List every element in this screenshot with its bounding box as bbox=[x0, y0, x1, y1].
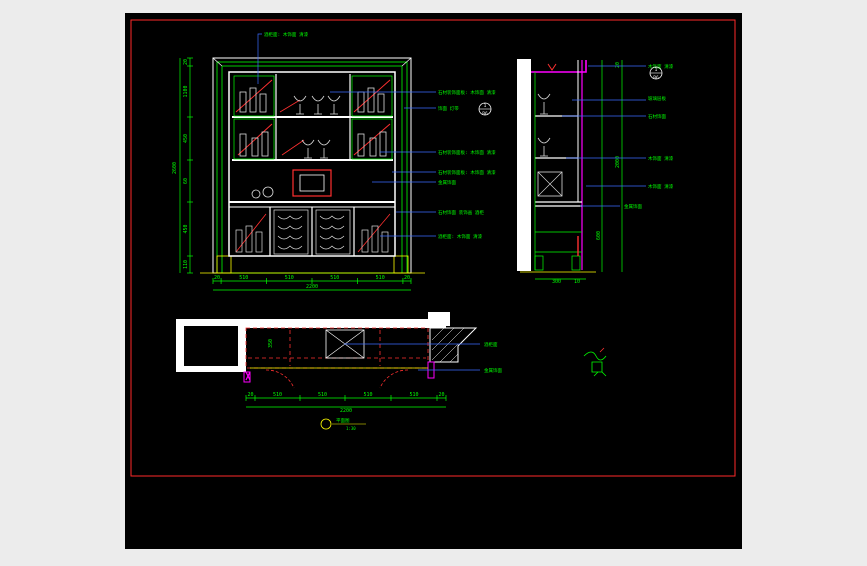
dim-segment: 510 bbox=[285, 275, 294, 281]
svg-text:B6: B6 bbox=[653, 75, 659, 81]
plan-overall-width: 2200 bbox=[340, 408, 352, 414]
drawing-canvas: 20110045060450110 2600 20 510 510 510 510 20 … bbox=[125, 13, 742, 549]
elevation-label: 金属饰面 bbox=[438, 179, 456, 186]
height-dim-segment: 110 bbox=[183, 260, 189, 269]
overall-height-dim: 2600 bbox=[172, 162, 178, 174]
height-dim-segment: 450 bbox=[183, 224, 189, 233]
svg-text:1: 1 bbox=[655, 67, 658, 73]
plan-scale: 1:30 bbox=[346, 426, 356, 431]
section-label: 玻璃层板 bbox=[648, 95, 666, 102]
height-dim-segment: 1100 bbox=[183, 85, 189, 97]
dim-segment: 20 bbox=[404, 275, 410, 281]
plan-title: 平面图 bbox=[336, 418, 350, 424]
svg-text:酒柜面: 酒柜面 bbox=[484, 341, 498, 348]
dim-segment: 20 bbox=[247, 392, 253, 398]
dim-segment: 510 bbox=[409, 392, 418, 398]
dim-segment: 510 bbox=[318, 392, 327, 398]
svg-text:1: 1 bbox=[484, 103, 487, 109]
section-label: 金属饰面 bbox=[624, 203, 642, 210]
dim-segment: 510 bbox=[363, 392, 372, 398]
svg-text:20: 20 bbox=[615, 62, 621, 68]
dim-segment: 20 bbox=[438, 392, 444, 398]
elevation-label: 酒柜面: 木饰面 清漆 bbox=[438, 233, 483, 240]
height-dim-segment: 450 bbox=[183, 134, 189, 143]
dim-segment: 510 bbox=[330, 275, 339, 281]
elevation-label: 石材饰面 装饰画 酒柜 bbox=[438, 209, 484, 216]
dim-segment: 510 bbox=[376, 275, 385, 281]
elevation-label: 石材装饰面板: 木饰面 清漆 bbox=[438, 89, 496, 96]
dim-segment: 510 bbox=[239, 275, 248, 281]
svg-text:350: 350 bbox=[268, 339, 274, 348]
elevation-label: 酒柜面: 木饰面 清漆 bbox=[264, 31, 309, 38]
elevation-label: 饰面 灯带 bbox=[438, 105, 459, 112]
svg-text:10: 10 bbox=[574, 279, 580, 285]
section-label: 石材饰面 bbox=[648, 113, 666, 120]
cad-viewport: 20 1100 450 60 450 110 2600 20 510 510 510 510 20 … bbox=[0, 0, 867, 562]
section-label: 木饰面 清漆 bbox=[648, 155, 674, 162]
svg-text:金属饰面: 金属饰面 bbox=[484, 367, 502, 374]
svg-text:600: 600 bbox=[596, 231, 602, 240]
dim-segment: 510 bbox=[273, 392, 282, 398]
svg-text:B6: B6 bbox=[482, 111, 488, 117]
height-dim-segment: 60 bbox=[183, 178, 189, 184]
svg-text:300: 300 bbox=[552, 279, 561, 285]
wall-section bbox=[517, 59, 531, 271]
section-label: 木饰面 清漆 bbox=[648, 183, 674, 190]
overall-width-dim: 2200 bbox=[306, 284, 318, 290]
dim-segment: 20 bbox=[214, 275, 220, 281]
elevation-label: 石材装饰面板: 木饰面 清漆 bbox=[438, 169, 496, 176]
elevation-label: 石材装饰面板: 木饰面 清漆 bbox=[438, 149, 496, 156]
height-dim-segment: 20 bbox=[183, 59, 189, 65]
